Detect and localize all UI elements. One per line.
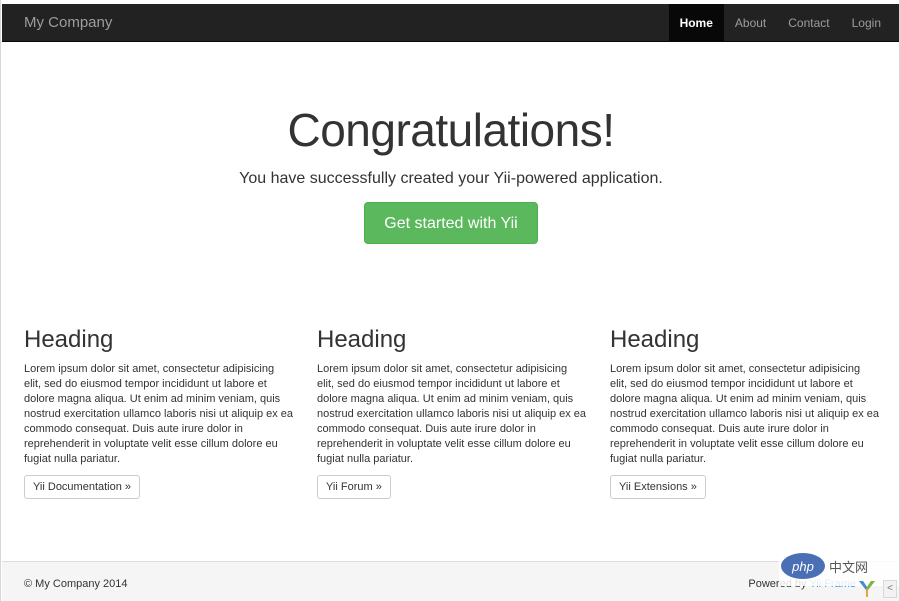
column-documentation: Heading Lorem ipsum dolor sit amet, cons… (24, 326, 294, 499)
get-started-button[interactable]: Get started with Yii (364, 202, 538, 244)
column-forum: Heading Lorem ipsum dolor sit amet, cons… (317, 326, 587, 499)
page-frame: My Company Home About Contact Login Cong… (0, 0, 900, 601)
column-heading: Heading (24, 326, 114, 353)
jumbotron-title: Congratulations! (287, 104, 615, 156)
column-extensions: Heading Lorem ipsum dolor sit amet, cons… (610, 326, 880, 499)
nav-item-home[interactable]: Home (668, 4, 724, 42)
nav-item-login[interactable]: Login (841, 4, 892, 42)
yii-logo-icon (859, 581, 875, 597)
nav-item-about[interactable]: About (724, 4, 777, 42)
column-text: Lorem ipsum dolor sit amet, consectetur … (317, 363, 587, 465)
column-heading: Heading (317, 326, 407, 353)
brand-link[interactable]: My Company (24, 4, 112, 42)
yii-forum-button[interactable]: Yii Forum » (317, 475, 391, 499)
jumbotron-lead: You have successfully created your Yii-p… (239, 170, 663, 187)
nav-menu: Home About Contact Login (668, 4, 892, 42)
column-text: Lorem ipsum dolor sit amet, consectetur … (610, 363, 880, 465)
nav-item-contact[interactable]: Contact (777, 4, 840, 42)
watermark-text: 中文网 (829, 559, 869, 575)
chevron-up-icon[interactable]: < (883, 580, 897, 598)
column-text: Lorem ipsum dolor sit amet, consectetur … (24, 363, 294, 465)
column-heading: Heading (610, 326, 700, 353)
php-logo: php (781, 553, 825, 579)
jumbotron: Congratulations! You have successfully c… (1, 100, 899, 244)
yii-documentation-button[interactable]: Yii Documentation » (24, 475, 141, 499)
footer: © My Company 2014 Powered by Yii Frame (2, 561, 899, 601)
copyright-text: © My Company 2014 (24, 578, 128, 590)
watermark-overlay: php 中文网 (779, 546, 899, 586)
navbar: My Company Home About Contact Login (2, 4, 899, 42)
yii-extensions-button[interactable]: Yii Extensions » (610, 475, 706, 499)
